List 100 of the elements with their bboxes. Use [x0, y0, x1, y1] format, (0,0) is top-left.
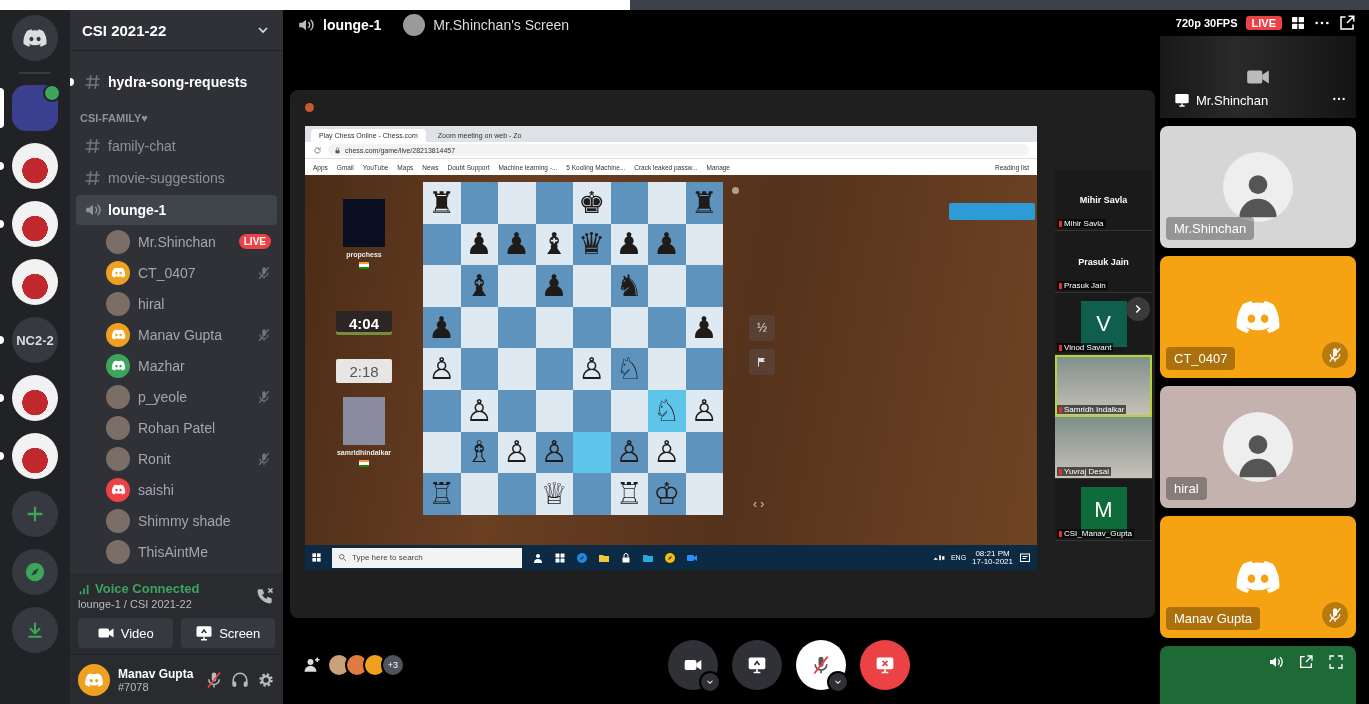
voice-member[interactable]: saishi	[76, 474, 277, 505]
voice-member[interactable]: hiral	[76, 288, 277, 319]
chess-piece[interactable]: ♖	[615, 478, 643, 509]
server-button[interactable]: NC2-2	[12, 317, 58, 363]
chess-piece[interactable]: ♟	[690, 312, 718, 343]
muted-mic-icon[interactable]	[205, 670, 223, 689]
voice-member[interactable]: Manav Gupta	[76, 319, 277, 350]
explore-button[interactable]	[12, 549, 58, 595]
chess-piece[interactable]: ♟	[503, 229, 531, 260]
voice-member[interactable]: Mazhar	[76, 350, 277, 381]
next-page-button[interactable]	[1126, 297, 1150, 321]
monitor-icon	[195, 624, 214, 642]
server-icon[interactable]	[12, 143, 58, 189]
mute-button[interactable]	[796, 640, 846, 690]
notification-icon[interactable]	[1019, 551, 1031, 564]
chess-piece[interactable]: ♞	[615, 271, 643, 301]
server-icon[interactable]	[12, 201, 58, 247]
stop-stream-button[interactable]	[860, 640, 910, 690]
screen-button[interactable]: Screen	[180, 618, 275, 648]
search-placeholder: Type here to search	[352, 553, 423, 562]
chess-piece[interactable]: ♘	[653, 395, 681, 426]
chess-piece[interactable]: ♔	[653, 478, 681, 509]
headphones-icon[interactable]	[231, 670, 249, 689]
chess-piece[interactable]: ♙	[690, 395, 718, 426]
chess-piece[interactable]: ♙	[465, 395, 493, 426]
discord-logo-icon	[110, 482, 126, 497]
fullscreen-icon[interactable]	[1328, 654, 1344, 670]
chess-piece[interactable]: ♟	[428, 312, 456, 343]
chess-piece[interactable]: ♙	[615, 437, 643, 468]
member-name: Mr.Shinchan	[138, 233, 217, 250]
avatar	[106, 291, 130, 316]
download-icon	[25, 620, 45, 640]
participant-tile[interactable]: Manav Gupta	[1160, 516, 1356, 638]
voice-member[interactable]: p_yeole	[76, 381, 277, 412]
add-server-button[interactable]	[12, 491, 58, 537]
move-navigation[interactable]: ‹ ›	[753, 497, 765, 511]
chess-piece[interactable]: ♙	[540, 437, 568, 468]
server-icon[interactable]	[12, 259, 58, 305]
chess-piece[interactable]: ♕	[540, 478, 568, 509]
participant-tile[interactable]: V Vinod Savant	[1055, 293, 1152, 355]
voice-member[interactable]: Shimmy shade	[76, 505, 277, 536]
chess-piece[interactable]: ♜	[428, 187, 456, 218]
taskbar-search-field[interactable]: Type here to search	[332, 547, 522, 568]
draw-button[interactable]: ½	[749, 315, 775, 341]
participant-tile[interactable]: Prasuk Jain Prasuk Jain	[1055, 231, 1152, 293]
chess-piece[interactable]: ♟	[465, 229, 493, 260]
chess-piece[interactable]: ♗	[465, 437, 493, 468]
member-name: Mazhar	[138, 357, 186, 374]
participant-label: Prasuk Jain	[1064, 281, 1106, 290]
chess-piece[interactable]: ♙	[653, 437, 681, 468]
participant-tile[interactable]: hiral	[1160, 386, 1356, 508]
voice-member[interactable]: ThisAintMe	[76, 536, 277, 567]
text-channel[interactable]: movie-suggestions	[76, 163, 277, 193]
server-icon[interactable]	[12, 375, 58, 421]
add-user-icon[interactable]	[303, 656, 321, 674]
voice-member[interactable]: Mr.Shinchan LIVE	[76, 226, 277, 257]
participant-tile[interactable]: CT_0407	[1160, 256, 1356, 378]
chess-piece[interactable]: ♙	[428, 354, 456, 385]
popout-icon[interactable]	[1298, 654, 1314, 670]
chess-piece[interactable]: ♙	[503, 437, 531, 468]
chess-piece[interactable]: ♙	[578, 354, 606, 385]
popout-icon[interactable]	[1338, 14, 1356, 32]
screen-share-button[interactable]	[732, 640, 782, 690]
server-icon[interactable]	[12, 433, 58, 479]
resign-button[interactable]	[749, 349, 775, 375]
participant-tile[interactable]: M CSI_Manav_Gupta	[1055, 479, 1152, 541]
windows-logo-icon[interactable]	[311, 552, 322, 563]
home-button[interactable]	[12, 15, 58, 61]
chess-piece[interactable]: ♝	[465, 271, 493, 301]
chess-piece[interactable]: ♟	[653, 229, 681, 260]
chess-piece[interactable]: ♛	[578, 229, 606, 260]
voice-member[interactable]: Rohan Patel	[76, 412, 277, 443]
chess-piece[interactable]: ♘	[615, 354, 643, 385]
text-channel[interactable]: family-chat	[76, 131, 277, 161]
voice-channel[interactable]: lounge-1	[76, 195, 277, 225]
participant-tile[interactable]: Samridh Indalkar	[1055, 355, 1152, 417]
stream-preview[interactable]: Mr.Shinchan	[1160, 36, 1356, 118]
task-view-icon[interactable]	[554, 551, 566, 564]
camera-button[interactable]	[668, 640, 718, 690]
participant-tile[interactable]: Yuvraj Desai	[1055, 417, 1152, 479]
download-button[interactable]	[12, 607, 58, 653]
member-name: ThisAintMe	[138, 543, 210, 560]
chess-piece[interactable]: ♟	[615, 229, 643, 260]
chess-piece[interactable]: ♜	[690, 187, 718, 218]
voice-member[interactable]: CT_0407	[76, 257, 277, 288]
participant-tile[interactable]: Mihir Savla Mihir Savla	[1055, 169, 1152, 231]
video-button[interactable]: Video	[78, 618, 173, 648]
chess-piece[interactable]: ♟	[540, 271, 568, 301]
participant-tile[interactable]	[1160, 646, 1356, 704]
clock[interactable]: 08:21 PM 17-10-2021	[972, 549, 1013, 566]
text-channel[interactable]: hydra-song-requests	[76, 67, 277, 97]
voice-channel-info[interactable]: lounge-1 / CSI 2021-22	[78, 598, 200, 610]
chess-piece[interactable]: ♚	[578, 187, 606, 218]
volume-icon[interactable]	[1268, 654, 1284, 670]
chess-piece[interactable]: ♝	[540, 229, 568, 260]
chess-piece[interactable]: ♖	[428, 478, 456, 509]
category-label[interactable]: CSI-FAMILY♥	[76, 98, 277, 130]
voice-member[interactable]: Ronit	[76, 443, 277, 474]
grid-icon[interactable]	[1290, 15, 1306, 31]
disconnect-icon[interactable]	[255, 585, 275, 606]
